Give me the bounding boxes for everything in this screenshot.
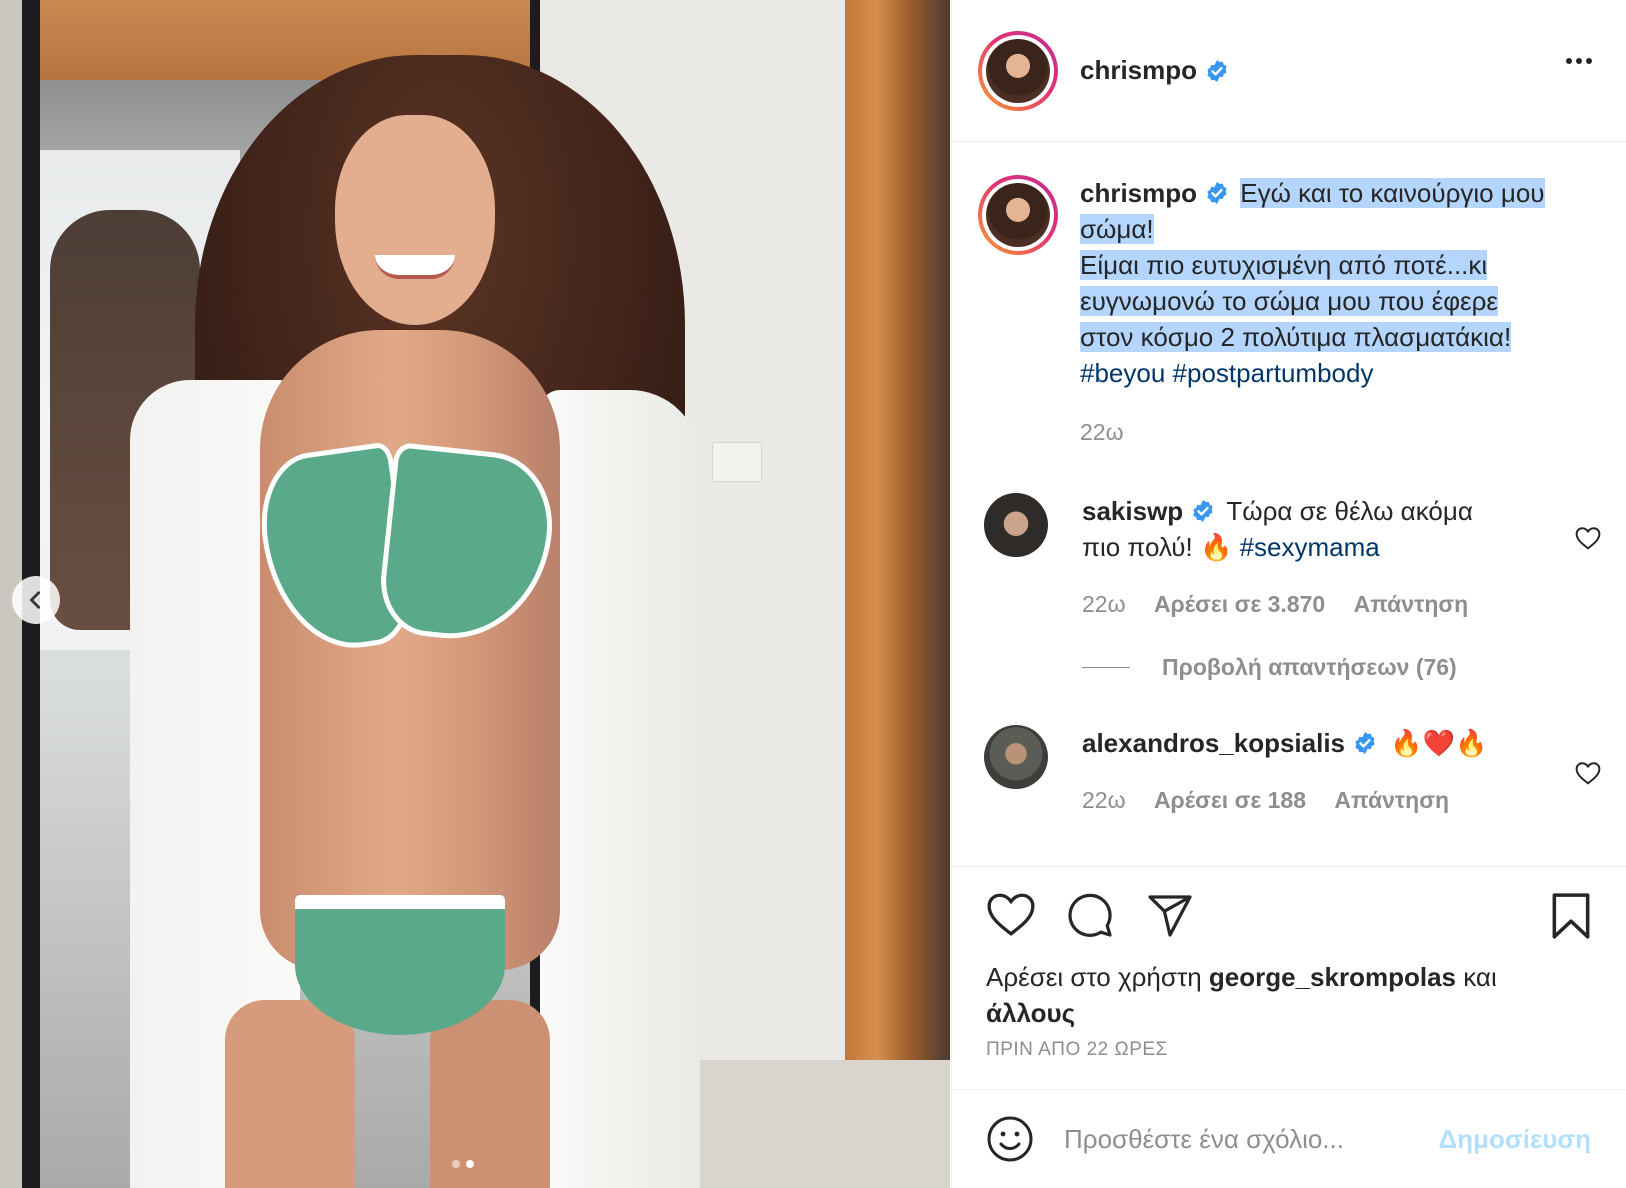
commenter-username[interactable]: alexandros_kopsialis	[1082, 728, 1345, 758]
caption: chrismpo Εγώ και το καινούργιο μου σώμα!…	[978, 175, 1580, 446]
likes-summary: Αρέσει στο χρήστη george_skrompolas και …	[986, 959, 1606, 1031]
post-timestamp[interactable]: ΠΡΙΝ ΑΠΟ 22 ΩΡΕΣ	[986, 1039, 1168, 1061]
save-bookmark-icon[interactable]	[1549, 891, 1593, 941]
robe-right	[540, 390, 700, 1188]
door-frame	[845, 0, 950, 1188]
chevron-left-icon	[30, 591, 41, 609]
caption-time[interactable]: 22ω	[1080, 419, 1124, 445]
comment-time[interactable]: 22ω	[1082, 591, 1126, 617]
caption-line: σώμα!	[1080, 214, 1154, 244]
emoji-icon[interactable]	[986, 1115, 1034, 1163]
comment-text: sakiswp Τώρα σε θέλω ακόμα πιο πολύ! 🔥 #…	[1082, 493, 1552, 565]
comment: sakiswp Τώρα σε θέλω ακόμα πιο πολύ! 🔥 #…	[984, 493, 1552, 681]
light-switch	[712, 442, 762, 482]
comment-composer: Δημοσίευση	[952, 1089, 1626, 1188]
comment: alexandros_kopsialis 🔥❤️🔥 22ω Αρέσει σε …	[984, 725, 1552, 814]
comment-bubble-icon[interactable]	[1066, 891, 1114, 939]
carousel-dot-active	[466, 1160, 474, 1168]
leg-right	[430, 1000, 550, 1188]
caption-line: Είμαι πιο ευτυχισμένη από ποτέ...κι	[1080, 250, 1488, 280]
reply-button[interactable]: Απάντηση	[1354, 591, 1469, 617]
verified-badge-icon	[1207, 59, 1227, 82]
commenter-username[interactable]: sakiswp	[1082, 496, 1183, 526]
author-username[interactable]: chrismpo	[1080, 55, 1197, 86]
verified-badge-icon	[1355, 732, 1375, 754]
comment-text: alexandros_kopsialis 🔥❤️🔥	[1082, 725, 1552, 761]
view-replies-button[interactable]: Προβολή απαντήσεων (76)	[1162, 654, 1457, 681]
caption-line: Εγώ και το καινούργιο μου	[1240, 178, 1545, 208]
carousel-dots	[452, 1160, 474, 1168]
avatar-image	[986, 38, 1050, 103]
comment-like-heart-icon[interactable]	[1575, 761, 1601, 785]
comments-section: chrismpo Εγώ και το καινούργιο μου σώμα!…	[952, 143, 1626, 865]
liked-by-others[interactable]: άλλους	[986, 998, 1075, 1028]
caption-line: στον κόσμο 2 πολύτιμα πλασματάκια!	[1080, 322, 1512, 352]
comment-like-heart-icon[interactable]	[1575, 526, 1601, 550]
post-actions: Αρέσει στο χρήστη george_skrompolas και …	[952, 866, 1626, 1088]
commenter-avatar[interactable]	[984, 493, 1048, 557]
smile	[375, 255, 455, 279]
hashtag-link[interactable]: #postpartumbody	[1173, 358, 1374, 388]
likes-prefix: Αρέσει στο χρήστη	[986, 962, 1202, 992]
verified-badge-icon	[1207, 182, 1227, 204]
post-sidebar: chrismpo chrismpo Εγώ και το καινούργιο …	[951, 0, 1626, 1188]
post-comment-button[interactable]: Δημοσίευση	[1438, 1124, 1591, 1155]
liked-by-username[interactable]: george_skrompolas	[1209, 962, 1456, 992]
caption-text: chrismpo Εγώ και το καινούργιο μου σώμα!…	[1080, 175, 1580, 391]
reply-button[interactable]: Απάντηση	[1334, 787, 1449, 813]
post-photo[interactable]	[0, 0, 950, 1188]
carousel-prev-button[interactable]	[12, 576, 60, 624]
comment-input[interactable]	[1064, 1123, 1424, 1155]
like-heart-icon[interactable]	[986, 891, 1036, 937]
comment-body: πιο πολύ! 🔥	[1082, 532, 1233, 562]
more-dot-icon	[1566, 58, 1572, 64]
comment-time[interactable]: 22ω	[1082, 787, 1126, 813]
comment-likes[interactable]: Αρέσει σε 3.870	[1154, 591, 1325, 617]
more-dot-icon	[1576, 58, 1582, 64]
hashtag-link[interactable]: #beyou	[1080, 358, 1165, 388]
leg-left	[225, 1000, 355, 1188]
caption-username[interactable]: chrismpo	[1080, 178, 1197, 208]
likes-and: και	[1463, 962, 1497, 992]
torso	[260, 330, 560, 970]
comment-likes[interactable]: Αρέσει σε 188	[1154, 787, 1306, 813]
comment-body: 🔥❤️🔥	[1390, 728, 1488, 758]
bikini-bottom	[295, 895, 505, 1035]
caption-line: ευγνωμονώ το σώμα μου που έφερε	[1080, 286, 1499, 316]
more-dot-icon	[1586, 58, 1592, 64]
verified-badge-icon	[1193, 500, 1213, 522]
replies-divider	[1082, 667, 1130, 668]
share-paper-plane-icon[interactable]	[1146, 891, 1194, 939]
avatar-image	[986, 183, 1050, 247]
author-avatar[interactable]	[978, 30, 1058, 111]
comment-body: Τώρα σε θέλω ακόμα	[1226, 496, 1473, 526]
commenter-avatar[interactable]	[984, 725, 1048, 789]
face	[335, 115, 495, 325]
more-options-button[interactable]	[1566, 58, 1592, 64]
caption-avatar[interactable]	[978, 175, 1058, 255]
carousel-dot	[452, 1160, 460, 1168]
hashtag-link[interactable]: #sexymama	[1240, 532, 1380, 562]
post-header: chrismpo	[952, 0, 1626, 142]
